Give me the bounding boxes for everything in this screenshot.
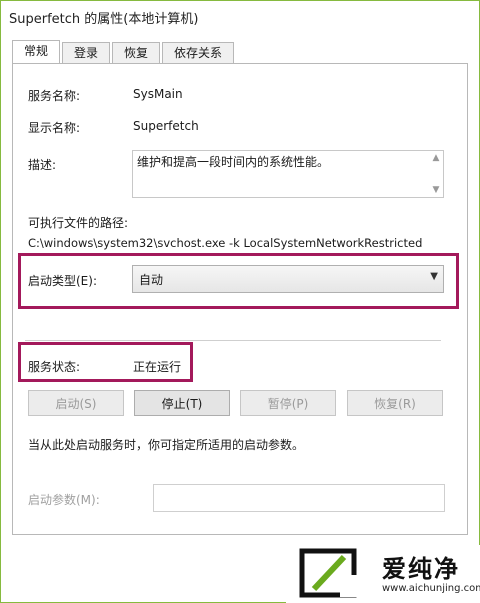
path-value: C:\windows\system32\svchost.exe -k Local…	[28, 236, 423, 250]
tab-general[interactable]: 常规	[12, 40, 60, 63]
description-scrollbar[interactable]: ▲ ▼	[429, 151, 443, 197]
start-params-input[interactable]	[153, 484, 445, 512]
start-params-label: 启动参数(M):	[28, 493, 100, 507]
watermark: 爱纯净 www.aichunjing.com	[286, 545, 480, 603]
watermark-url: www.aichunjing.com	[382, 583, 480, 594]
service-name-value: SysMain	[133, 87, 183, 101]
scroll-up-icon[interactable]: ▲	[431, 153, 441, 163]
highlight-service-status	[18, 342, 193, 382]
tab-recovery[interactable]: 恢复	[112, 42, 160, 63]
description-label: 描述:	[28, 158, 57, 172]
start-params-hint: 当从此处启动服务时，你可指定所适用的启动参数。	[28, 438, 305, 452]
stop-button[interactable]: 停止(T)	[134, 390, 230, 416]
path-label: 可执行文件的路径:	[28, 216, 129, 230]
watermark-logo-icon	[299, 548, 360, 598]
pause-button[interactable]: 暂停(P)	[240, 390, 336, 416]
separator-line	[25, 340, 441, 341]
tab-logon[interactable]: 登录	[62, 42, 110, 63]
display-name-value: Superfetch	[133, 119, 199, 133]
watermark-logo-text: 爱纯净	[382, 555, 460, 583]
service-name-label: 服务名称:	[28, 89, 81, 103]
start-button[interactable]: 启动(S)	[28, 390, 124, 416]
description-text: 维护和提高一段时间内的系统性能。	[137, 155, 330, 169]
window-title: Superfetch 的属性(本地计算机)	[9, 12, 199, 27]
display-name-label: 显示名称:	[28, 121, 81, 135]
highlight-startup-type	[18, 253, 459, 309]
description-box[interactable]: 维护和提高一段时间内的系统性能。 ▲ ▼	[132, 150, 444, 198]
scroll-down-icon[interactable]: ▼	[431, 185, 441, 195]
resume-button[interactable]: 恢复(R)	[347, 390, 443, 416]
title-bar[interactable]: Superfetch 的属性(本地计算机)	[1, 1, 479, 31]
tab-dependencies[interactable]: 依存关系	[162, 42, 234, 63]
